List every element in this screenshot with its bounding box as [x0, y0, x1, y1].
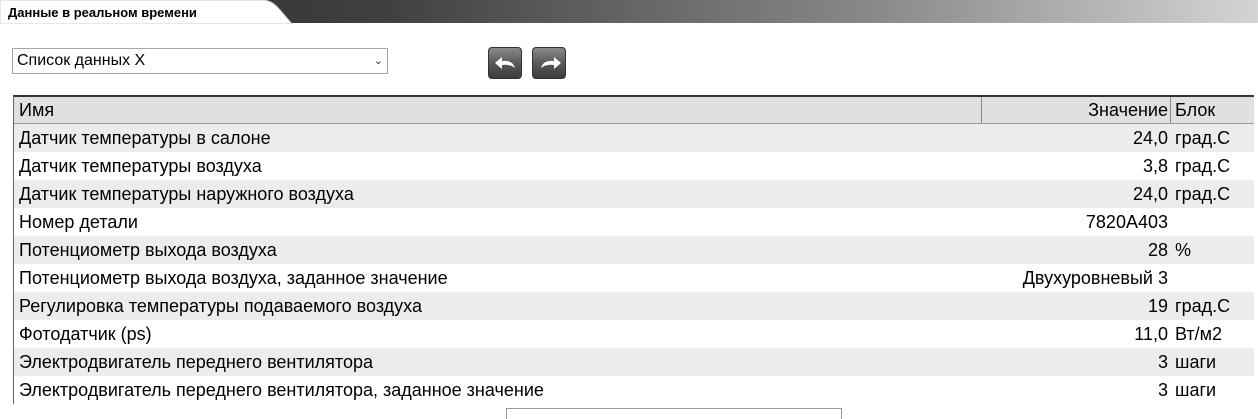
row-name: Потенциометр выхода воздуха [19, 240, 277, 260]
select-value: Список данных X [17, 52, 146, 69]
forward-button[interactable] [532, 47, 566, 79]
row-value: 24,0 [1132, 184, 1168, 204]
table-row[interactable]: Электродвигатель переднего вентилятора 3… [14, 348, 1254, 376]
table-row[interactable]: Регулировка температуры подаваемого возд… [14, 292, 1254, 320]
column-divider[interactable] [1170, 97, 1171, 123]
table-row[interactable]: Датчик температуры в салоне 24,0 град.С [14, 124, 1254, 152]
column-divider[interactable] [981, 97, 982, 123]
arrow-right-icon [541, 57, 561, 69]
header-unit[interactable]: Блок [1175, 97, 1215, 123]
row-value: 28 [1147, 240, 1168, 260]
row-unit: град.С [1175, 128, 1231, 148]
table-row[interactable]: Потенциометр выхода воздуха, заданное зн… [14, 264, 1254, 292]
row-name: Датчик температуры в салоне [19, 128, 271, 148]
row-unit: шаги [1175, 380, 1217, 400]
row-value: 3,8 [1142, 156, 1168, 176]
tab-label: Данные в реальном времени [8, 5, 197, 20]
row-value: 3 [1157, 352, 1168, 372]
table-row[interactable]: Номер детали 7820A403 [14, 208, 1254, 236]
row-name: Номер детали [19, 212, 138, 232]
row-value: Двухуровневый 3 [1022, 268, 1168, 288]
row-name: Датчик температуры наружного воздуха [19, 184, 354, 204]
data-table: Имя Значение Блок Датчик температуры в с… [13, 95, 1254, 404]
row-unit: % [1175, 240, 1192, 260]
row-unit: град.С [1175, 156, 1231, 176]
chevron-down-icon: ⌄ [373, 55, 383, 67]
header-value[interactable]: Значение [1088, 97, 1168, 123]
data-list-select[interactable]: Список данных X ⌄ [12, 48, 388, 74]
table-header: Имя Значение Блок [14, 97, 1254, 124]
row-name: Регулировка температуры подаваемого возд… [19, 296, 422, 316]
row-value: 19 [1147, 296, 1168, 316]
row-name: Потенциометр выхода воздуха, заданное зн… [19, 268, 448, 288]
table-row[interactable]: Электродвигатель переднего вентилятора, … [14, 376, 1254, 404]
row-name: Датчик температуры воздуха [19, 156, 262, 176]
back-button[interactable] [488, 47, 522, 79]
arrow-left-icon [495, 57, 515, 69]
row-value: 3 [1157, 380, 1168, 400]
row-value: 11,0 [1134, 324, 1168, 344]
header-name[interactable]: Имя [19, 97, 54, 123]
row-name: Электродвигатель переднего вентилятора [19, 352, 373, 372]
table-row[interactable]: Потенциометр выхода воздуха 28 % [14, 236, 1254, 264]
tab-realtime-data[interactable]: Данные в реальном времени [0, 0, 300, 24]
row-value: 7820A403 [1085, 212, 1168, 232]
row-unit: шаги [1175, 352, 1217, 372]
table-row[interactable]: Датчик температуры наружного воздуха 24,… [14, 180, 1254, 208]
row-value: 24,0 [1132, 128, 1168, 148]
row-unit: град.С [1175, 296, 1231, 316]
row-name: Фотодатчик (ps) [19, 324, 152, 344]
row-unit: град.С [1175, 184, 1231, 204]
row-unit: Вт/м2 [1175, 324, 1223, 344]
row-name: Электродвигатель переднего вентилятора, … [19, 380, 544, 400]
table-row[interactable]: Датчик температуры воздуха 3,8 град.С [14, 152, 1254, 180]
table-row[interactable]: Фотодатчик (ps) 11,0 Вт/м2 [14, 320, 1254, 348]
